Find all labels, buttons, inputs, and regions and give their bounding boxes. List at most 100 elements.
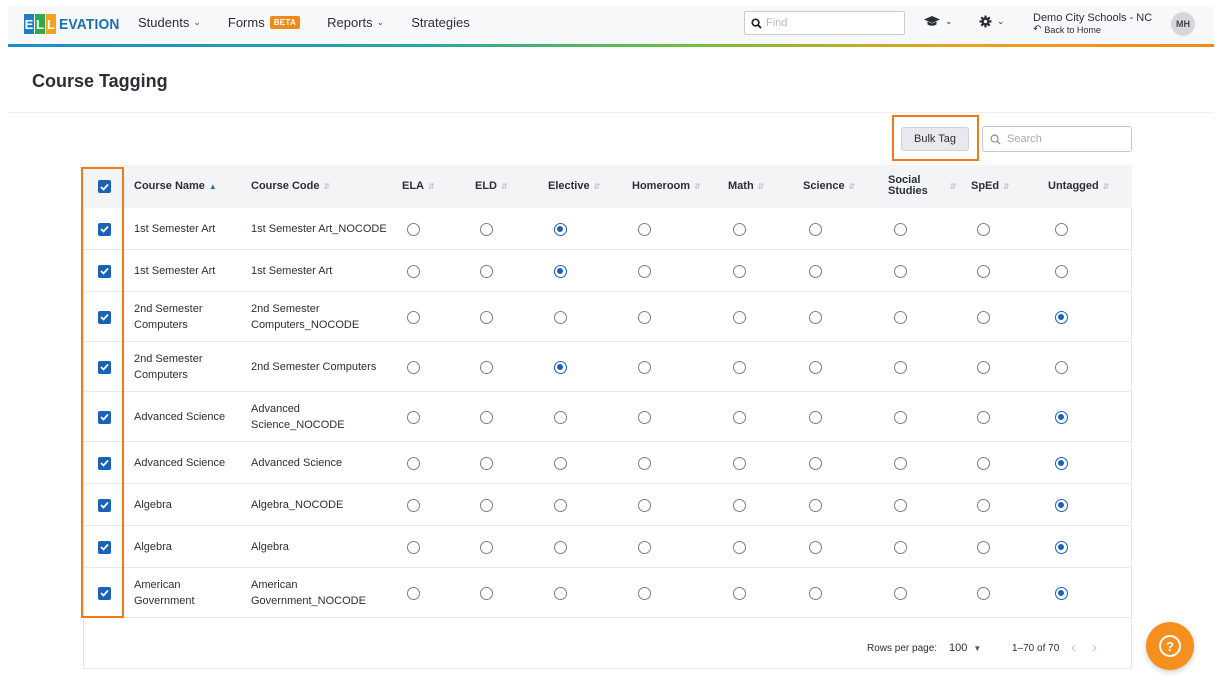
tag-radio-social-studies[interactable] — [894, 586, 907, 600]
tag-radio-science[interactable] — [809, 410, 822, 424]
prev-page-button[interactable]: ‹ — [1071, 639, 1076, 656]
tag-radio-social-studies[interactable] — [894, 456, 907, 470]
tag-radio-elective[interactable] — [554, 264, 567, 278]
tag-radio-untagged[interactable] — [1055, 310, 1068, 324]
tag-radio-social-studies[interactable] — [894, 222, 907, 236]
tag-radio-homeroom[interactable] — [638, 360, 651, 374]
tag-radio-ela[interactable] — [407, 498, 420, 512]
col-header-ela[interactable]: ELA ⇵ — [402, 181, 435, 192]
graduation-cap-menu[interactable]: ⌄ — [924, 15, 953, 27]
tag-radio-science[interactable] — [809, 498, 822, 512]
settings-menu[interactable]: ⌄ — [979, 15, 1005, 28]
tag-radio-sped[interactable] — [977, 586, 990, 600]
tag-radio-homeroom[interactable] — [638, 310, 651, 324]
tag-radio-science[interactable] — [809, 586, 822, 600]
tag-radio-homeroom[interactable] — [638, 264, 651, 278]
tag-radio-homeroom[interactable] — [638, 540, 651, 554]
tag-radio-sped[interactable] — [977, 222, 990, 236]
tag-radio-science[interactable] — [809, 540, 822, 554]
tag-radio-eld[interactable] — [480, 456, 493, 470]
find-input[interactable] — [766, 17, 896, 29]
district-switcher[interactable]: Demo City Schools - NC ↶ Back to Home — [1033, 12, 1152, 36]
tag-radio-ela[interactable] — [407, 540, 420, 554]
tag-radio-eld[interactable] — [480, 498, 493, 512]
tag-radio-untagged[interactable] — [1055, 540, 1068, 554]
tag-radio-homeroom[interactable] — [638, 456, 651, 470]
tag-radio-math[interactable] — [733, 456, 746, 470]
tag-radio-elective[interactable] — [554, 310, 567, 324]
tag-radio-untagged[interactable] — [1055, 360, 1068, 374]
tag-radio-sped[interactable] — [977, 264, 990, 278]
tag-radio-elective[interactable] — [554, 410, 567, 424]
bulk-tag-button[interactable]: Bulk Tag — [901, 127, 969, 151]
tag-radio-ela[interactable] — [407, 264, 420, 278]
tag-radio-sped[interactable] — [977, 360, 990, 374]
tag-radio-sped[interactable] — [977, 498, 990, 512]
col-header-untagged[interactable]: Untagged ⇵ — [1048, 181, 1109, 192]
tag-radio-math[interactable] — [733, 540, 746, 554]
tag-radio-social-studies[interactable] — [894, 264, 907, 278]
tag-radio-untagged[interactable] — [1055, 264, 1068, 278]
back-to-home-link[interactable]: ↶ Back to Home — [1033, 24, 1152, 36]
tag-radio-math[interactable] — [733, 222, 746, 236]
tag-radio-eld[interactable] — [480, 222, 493, 236]
tag-radio-math[interactable] — [733, 310, 746, 324]
tag-radio-math[interactable] — [733, 498, 746, 512]
col-header-social-studies[interactable]: Social Studies ⇵ — [888, 175, 956, 197]
tag-radio-social-studies[interactable] — [894, 498, 907, 512]
tag-radio-social-studies[interactable] — [894, 360, 907, 374]
tag-radio-social-studies[interactable] — [894, 540, 907, 554]
tag-radio-eld[interactable] — [480, 410, 493, 424]
tag-radio-math[interactable] — [733, 586, 746, 600]
tag-radio-ela[interactable] — [407, 410, 420, 424]
tag-radio-elective[interactable] — [554, 498, 567, 512]
tag-radio-homeroom[interactable] — [638, 222, 651, 236]
col-header-sped[interactable]: SpEd ⇵ — [971, 181, 1010, 192]
tag-radio-ela[interactable] — [407, 456, 420, 470]
tag-radio-elective[interactable] — [554, 456, 567, 470]
nav-strategies[interactable]: Strategies — [411, 15, 470, 30]
tag-radio-science[interactable] — [809, 310, 822, 324]
tag-radio-math[interactable] — [733, 360, 746, 374]
tag-radio-untagged[interactable] — [1055, 222, 1068, 236]
tag-radio-ela[interactable] — [407, 222, 420, 236]
tag-radio-sped[interactable] — [977, 540, 990, 554]
tag-radio-untagged[interactable] — [1055, 498, 1068, 512]
col-header-math[interactable]: Math ⇵ — [728, 181, 764, 192]
tag-radio-eld[interactable] — [480, 586, 493, 600]
tag-radio-math[interactable] — [733, 264, 746, 278]
col-header-eld[interactable]: ELD ⇵ — [475, 181, 508, 192]
tag-radio-science[interactable] — [809, 264, 822, 278]
col-header-course-code[interactable]: Course Code ⇵ — [251, 181, 330, 192]
tag-radio-elective[interactable] — [554, 540, 567, 554]
tag-radio-science[interactable] — [809, 222, 822, 236]
col-header-science[interactable]: Science ⇵ — [803, 181, 855, 192]
tag-radio-untagged[interactable] — [1055, 456, 1068, 470]
tag-radio-sped[interactable] — [977, 410, 990, 424]
tag-radio-untagged[interactable] — [1055, 586, 1068, 600]
tag-radio-eld[interactable] — [480, 360, 493, 374]
tag-radio-eld[interactable] — [480, 540, 493, 554]
tag-radio-homeroom[interactable] — [638, 586, 651, 600]
rows-per-page-select[interactable]: 100 ▼ — [949, 642, 981, 654]
tag-radio-social-studies[interactable] — [894, 310, 907, 324]
col-header-elective[interactable]: Elective ⇵ — [548, 181, 600, 192]
help-button[interactable]: ? — [1146, 622, 1194, 670]
tag-radio-eld[interactable] — [480, 264, 493, 278]
tag-radio-math[interactable] — [733, 410, 746, 424]
col-header-homeroom[interactable]: Homeroom ⇵ — [632, 181, 701, 192]
tag-radio-eld[interactable] — [480, 310, 493, 324]
tag-radio-ela[interactable] — [407, 360, 420, 374]
nav-forms[interactable]: Forms BETA — [228, 15, 301, 30]
tag-radio-untagged[interactable] — [1055, 410, 1068, 424]
tag-radio-ela[interactable] — [407, 586, 420, 600]
avatar[interactable]: MH — [1171, 12, 1195, 36]
tag-radio-homeroom[interactable] — [638, 498, 651, 512]
search-input[interactable] — [1007, 133, 1117, 145]
tag-radio-elective[interactable] — [554, 222, 567, 236]
tag-radio-science[interactable] — [809, 456, 822, 470]
tag-radio-elective[interactable] — [554, 586, 567, 600]
tag-radio-sped[interactable] — [977, 456, 990, 470]
nav-reports[interactable]: Reports ⌄ — [327, 15, 384, 30]
tag-radio-ela[interactable] — [407, 310, 420, 324]
